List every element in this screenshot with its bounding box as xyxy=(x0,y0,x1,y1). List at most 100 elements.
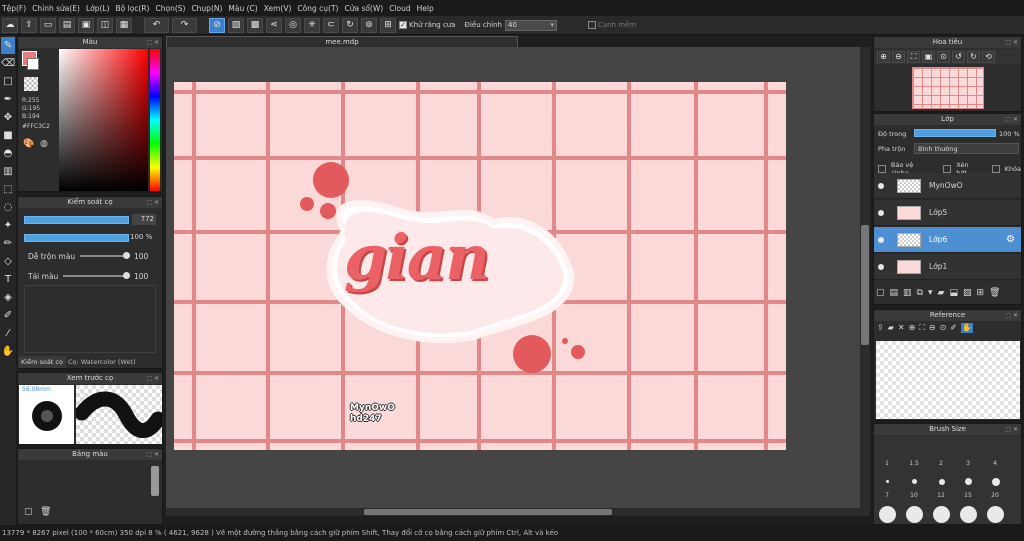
saturation-value-picker[interactable] xyxy=(59,49,148,191)
delete-layer-icon[interactable]: 🗑 xyxy=(989,288,1000,298)
menu-color[interactable]: Màu (C) xyxy=(228,4,263,13)
menu-select[interactable]: Chọn(S) xyxy=(155,4,191,13)
clear-layer-icon[interactable]: ▨ xyxy=(963,288,972,298)
brush-size-3[interactable]: 3 xyxy=(955,460,981,467)
menu-view[interactable]: Xem(V) xyxy=(264,4,298,13)
zoom-in-icon[interactable]: ⊕ xyxy=(877,50,890,63)
canvas-horizontal-scrollbar[interactable] xyxy=(364,509,612,515)
perspective-icon[interactable]: ⋖ xyxy=(266,17,282,33)
lasso-tool-icon[interactable]: ◌ xyxy=(1,199,15,216)
menu-layer[interactable]: Lớp(L) xyxy=(86,4,116,13)
visibility-icon[interactable] xyxy=(878,182,884,189)
brush-size-grid[interactable]: 1 1.5 2 3 4 7 10 12 15 20 xyxy=(874,436,1021,524)
rect-tool-icon[interactable]: □ xyxy=(1,73,15,90)
add-layer-menu-icon[interactable]: ▾ xyxy=(928,288,933,298)
brush-size-7[interactable]: 7 xyxy=(874,492,900,499)
layer-item[interactable]: MynOwO xyxy=(874,173,1021,199)
brush-opacity-slider[interactable] xyxy=(24,234,129,242)
text-tool-icon[interactable]: T xyxy=(1,271,15,288)
brush-size-2[interactable]: 2 xyxy=(928,460,954,467)
hatch-icon[interactable]: ▧ xyxy=(228,17,244,33)
palette-icon[interactable]: 🎨 xyxy=(23,139,34,149)
new-document-icon[interactable]: ▢ xyxy=(24,507,33,517)
folder-icon[interactable]: ▰ xyxy=(938,288,945,298)
visibility-icon[interactable] xyxy=(878,209,884,216)
layer-properties-icon[interactable]: ⊞ xyxy=(976,288,984,298)
menu-cloud[interactable]: Cloud xyxy=(389,4,416,13)
brush-size-1-5[interactable]: 1.5 xyxy=(901,460,927,467)
fill-pattern-icon[interactable]: ▩ xyxy=(247,17,263,33)
chat-bubble-icon[interactable]: ◫ xyxy=(97,17,113,33)
open-folder-icon[interactable]: ▰ xyxy=(888,323,894,333)
brush-size-1[interactable]: 1 xyxy=(874,460,900,467)
reload-slider[interactable] xyxy=(63,275,130,277)
chat-icon[interactable]: ▭ xyxy=(40,17,56,33)
zoom-in-icon[interactable]: ⊕ xyxy=(909,323,916,333)
artwork-canvas[interactable]: gian MynOwO hd247 xyxy=(174,82,786,450)
selection-off-icon[interactable]: ⊘ xyxy=(209,17,225,33)
menu-file[interactable]: Tệp(F) xyxy=(2,4,32,13)
document-tab[interactable]: mee.mdp xyxy=(166,36,518,47)
rotate-right-icon[interactable]: ↻ xyxy=(967,50,980,63)
curve-icon[interactable]: ⊂ xyxy=(323,17,339,33)
palette-scrollbar[interactable] xyxy=(151,466,159,496)
brush-size-12[interactable]: 12 xyxy=(928,492,954,499)
eyedropper-icon[interactable]: ✐ xyxy=(950,323,957,333)
fit-icon[interactable]: ⛶ xyxy=(919,323,925,333)
visibility-icon[interactable] xyxy=(878,236,884,243)
move-tool-icon[interactable]: ✥ xyxy=(1,109,15,126)
symmetry-icon[interactable]: ⊚ xyxy=(361,17,377,33)
zoom-out-icon[interactable]: ⊖ xyxy=(929,323,936,333)
select-tool-icon[interactable]: ⬚ xyxy=(1,181,15,198)
divide-tool-icon[interactable]: ◈ xyxy=(1,289,15,306)
brush-size-20[interactable]: 20 xyxy=(982,492,1008,499)
rotate-left-icon[interactable]: ↺ xyxy=(952,50,965,63)
tab-brush[interactable]: Cọ: Watercolor (Wet) xyxy=(68,356,136,368)
transparent-swatch[interactable] xyxy=(24,77,38,91)
brush-size-slider[interactable] xyxy=(24,216,129,224)
brush-size-value[interactable]: 772 xyxy=(132,214,156,225)
background-swatch[interactable] xyxy=(27,58,39,70)
navigator-thumbnail[interactable] xyxy=(912,67,984,109)
hand-icon[interactable]: ✋ xyxy=(960,323,973,333)
layer-item-selected[interactable]: Lớp6 ⚙ xyxy=(874,227,1021,253)
actual-size-icon[interactable]: ▣ xyxy=(922,50,935,63)
select-pen-icon[interactable]: ✏ xyxy=(1,235,15,252)
new-layer-1bit-icon[interactable]: ▥ xyxy=(903,288,912,298)
menu-tools[interactable]: Công cụ(T) xyxy=(297,4,344,13)
reference-view[interactable] xyxy=(876,341,1020,419)
redo-icon[interactable]: ↷ xyxy=(172,17,197,33)
brush-size-15[interactable]: 15 xyxy=(955,492,981,499)
merge-down-icon[interactable]: ⬓ xyxy=(949,288,958,298)
hand-tool-icon[interactable]: ✋ xyxy=(1,343,15,360)
rotate-icon[interactable]: ↻ xyxy=(342,17,358,33)
color-sample-icon[interactable]: ◍ xyxy=(40,139,48,149)
comment-icon[interactable]: ▤ xyxy=(59,17,75,33)
zoom-reset-icon[interactable]: ⊙ xyxy=(937,50,950,63)
export-icon[interactable]: ⇪ xyxy=(21,17,37,33)
menu-help[interactable]: Help xyxy=(417,4,440,13)
brush-size-4[interactable]: 4 xyxy=(982,460,1008,467)
close-icon[interactable]: ✕ xyxy=(898,323,905,333)
image-icon[interactable]: ▣ xyxy=(78,17,94,33)
canvas-vertical-scrollbar[interactable] xyxy=(861,225,869,345)
menu-capture[interactable]: Chụp(N) xyxy=(191,4,228,13)
ruler-icon[interactable]: ⊞ xyxy=(380,17,396,33)
layer-blend-select[interactable]: Bình thường xyxy=(914,143,1019,154)
magic-wand-icon[interactable]: ✦ xyxy=(1,217,15,234)
concentric-icon[interactable]: ◎ xyxy=(285,17,301,33)
layer-opacity-slider[interactable] xyxy=(914,129,996,137)
fit-icon[interactable]: ⛶ xyxy=(907,50,920,63)
upload-icon[interactable]: ⇪ xyxy=(877,323,884,333)
lock-checkbox[interactable] xyxy=(991,165,1000,173)
antialias-checkbox[interactable]: ✓ xyxy=(399,21,407,29)
new-layer-8bit-icon[interactable]: ▤ xyxy=(890,288,899,298)
protect-alpha-checkbox[interactable] xyxy=(878,165,886,173)
eyedropper-icon[interactable]: ✐ xyxy=(1,307,15,324)
menu-filter[interactable]: Bộ lọc(R) xyxy=(116,4,156,13)
cloud-icon[interactable]: ☁ xyxy=(2,17,18,33)
pen-tool-icon[interactable]: ✒ xyxy=(1,91,15,108)
duplicate-layer-icon[interactable]: ⧉ xyxy=(917,288,923,298)
grid-icon[interactable]: ▦ xyxy=(116,17,132,33)
focus-lines-icon[interactable]: ✳ xyxy=(304,17,320,33)
